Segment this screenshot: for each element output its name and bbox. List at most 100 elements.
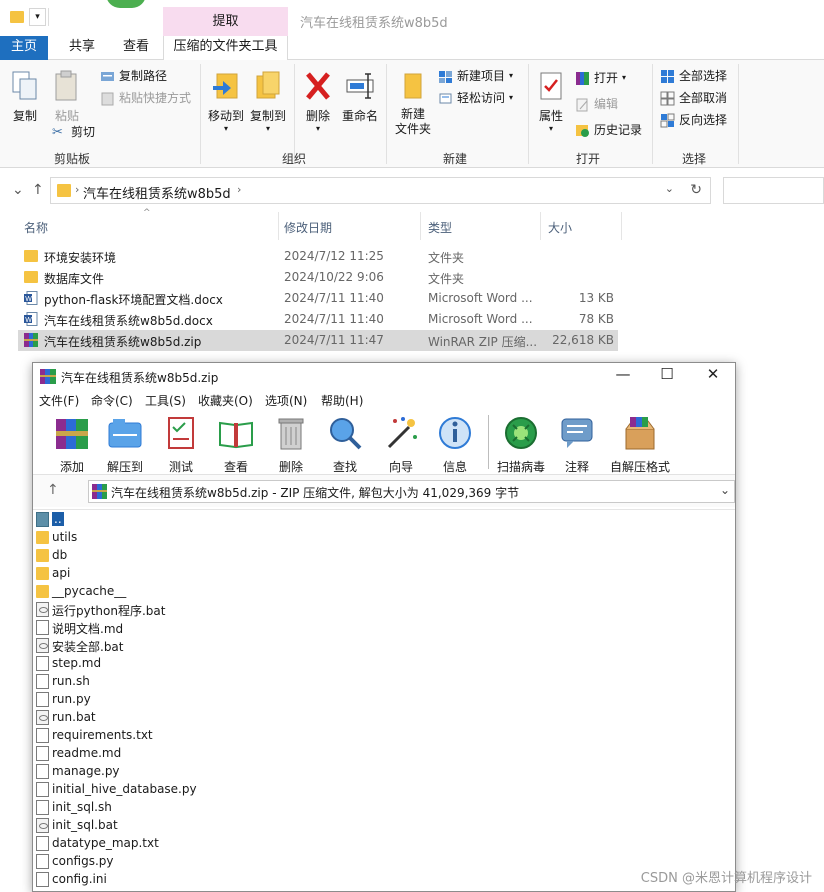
up-arrow-icon[interactable]: ↑	[32, 182, 44, 198]
sfx-button[interactable]: 自解压格式	[608, 415, 672, 475]
organize-group-label: 组织	[282, 152, 307, 166]
cut-button[interactable]: ✂ 剪切	[52, 122, 95, 142]
menu-tools[interactable]: 工具(S)	[145, 392, 186, 409]
easy-access-button[interactable]: 轻松访问 ▾	[438, 88, 513, 108]
list-item-name: readme.md	[52, 746, 122, 760]
new-item-button[interactable]: 新建项目 ▾	[438, 66, 513, 86]
edit-label: 编辑	[594, 97, 619, 111]
file-type: 文件夹	[428, 251, 465, 265]
paste-button[interactable]: 粘贴	[50, 70, 84, 124]
archive-path-dropdown[interactable]: 汽车在线租赁系统w8b5d.zip - ZIP 压缩文件, 解包大小为 41,0…	[88, 480, 735, 503]
add-button[interactable]: 添加	[52, 415, 92, 475]
winrar-icon	[576, 71, 589, 85]
rename-button[interactable]: 重命名	[340, 70, 380, 124]
refresh-icon[interactable]: ↻	[690, 182, 702, 198]
move-to-button[interactable]: 移动到 ▾	[206, 70, 246, 133]
chevron-down-icon[interactable]: ⌄	[12, 182, 24, 198]
list-item-name: 说明文档.md	[52, 622, 124, 636]
divider	[420, 212, 421, 240]
menu-file[interactable]: 文件(F)	[39, 392, 79, 409]
minimize-icon[interactable]: —	[613, 365, 633, 383]
copy-path-button[interactable]: 复制路径	[100, 66, 167, 86]
chevron-down-icon[interactable]: ⌄	[665, 182, 674, 195]
move-to-icon	[213, 73, 238, 99]
file-row[interactable]: 数据库文件 2024/10/22 9:06 文件夹	[18, 267, 618, 288]
winrar-title-bar: 汽车在线租赁系统w8b5d.zip — ☐ ✕	[33, 363, 735, 389]
new-folder-button[interactable]: 新建 文件夹	[393, 70, 433, 137]
delete-button[interactable]: 删除	[271, 415, 311, 475]
paste-icon	[55, 70, 77, 101]
test-label: 测试	[168, 460, 193, 474]
search-input[interactable]	[723, 177, 824, 204]
divider	[386, 64, 387, 164]
file-row-selected[interactable]: 汽车在线租赁系统w8b5d.zip 2024/7/11 11:47 WinRAR…	[18, 330, 618, 351]
tab-compressed-folder-tools[interactable]: 压缩的文件夹工具	[163, 36, 288, 61]
maximize-icon[interactable]: ☐	[657, 365, 677, 383]
file-row[interactable]: W python-flask环境配置文档.docx 2024/7/11 11:4…	[18, 288, 618, 309]
info-button[interactable]: 信息	[435, 415, 475, 475]
file-name: 数据库文件	[44, 272, 105, 286]
history-button[interactable]: 历史记录	[575, 120, 642, 140]
open-button[interactable]: 打开 ▾	[575, 68, 626, 88]
chevron-down-icon: ▾	[509, 71, 514, 80]
tab-home[interactable]: 主页	[0, 36, 48, 60]
menu-help[interactable]: 帮助(H)	[321, 392, 363, 409]
list-item-name: 运行python程序.bat	[52, 604, 166, 618]
tab-share[interactable]: 共享	[62, 36, 102, 60]
find-button[interactable]: 查找	[325, 415, 365, 475]
paste-shortcut-button[interactable]: 粘贴快捷方式	[100, 88, 191, 108]
paste-shortcut-icon	[101, 92, 114, 105]
qat-dropdown-button[interactable]: ▾	[29, 8, 46, 26]
file-date: 2024/7/11 11:47	[284, 333, 384, 347]
winrar-icon	[24, 333, 38, 347]
view-label: 查看	[223, 460, 248, 474]
list-item-name: requirements.txt	[52, 728, 153, 742]
window-title: 汽车在线租赁系统w8b5d	[300, 16, 448, 31]
tab-view[interactable]: 查看	[116, 36, 156, 60]
file-name: 汽车在线租赁系统w8b5d.docx	[44, 314, 213, 328]
copy-path-label: 复制路径	[119, 69, 168, 83]
close-icon[interactable]: ✕	[703, 365, 723, 383]
wizard-label: 向导	[388, 460, 413, 474]
copy-to-button[interactable]: 复制到 ▾	[248, 70, 288, 133]
file-row[interactable]: 环境安装环境 2024/7/12 11:25 文件夹	[18, 246, 618, 267]
column-type[interactable]: 类型	[428, 219, 452, 236]
properties-button[interactable]: 属性 ▾	[535, 70, 567, 133]
context-tab-extract[interactable]: 提取	[163, 7, 288, 36]
select-none-button[interactable]: 全部取消	[660, 88, 727, 108]
column-name[interactable]: 名称	[24, 219, 48, 236]
view-button[interactable]: 查看	[214, 415, 258, 475]
address-bar[interactable]: › 汽车在线租赁系统w8b5d › ⌄ ↻	[50, 177, 711, 204]
word-icon: W	[24, 312, 38, 326]
archive-file-list: .. utils db api __pycache__ 运行python程序.b…	[33, 509, 735, 892]
copy-button[interactable]: 复制	[8, 70, 42, 124]
menu-commands[interactable]: 命令(C)	[91, 392, 133, 409]
column-date[interactable]: 修改日期	[284, 219, 332, 236]
delete-button[interactable]: 删除 ▾	[300, 70, 336, 133]
select-all-button[interactable]: 全部选择	[660, 66, 727, 86]
up-arrow-icon[interactable]: ↑	[47, 482, 59, 498]
menu-options[interactable]: 选项(N)	[265, 392, 307, 409]
extract-to-button[interactable]: 解压到	[103, 415, 147, 475]
invert-selection-button[interactable]: 反向选择	[660, 110, 727, 130]
list-item-name: run.bat	[52, 710, 96, 724]
menu-favorites[interactable]: 收藏夹(O)	[198, 392, 253, 409]
comment-button[interactable]: 注释	[557, 415, 597, 475]
file-date: 2024/10/22 9:06	[284, 270, 384, 284]
file-row[interactable]: W 汽车在线租赁系统w8b5d.docx 2024/7/11 11:40 Mic…	[18, 309, 618, 330]
file-date: 2024/7/11 11:40	[284, 291, 384, 305]
column-size[interactable]: 大小	[548, 219, 572, 236]
chevron-down-icon[interactable]: ⌄	[720, 483, 730, 497]
folder-icon	[36, 549, 49, 562]
archive-path-text: 汽车在线租赁系统w8b5d.zip - ZIP 压缩文件, 解包大小为 41,0…	[111, 486, 520, 500]
test-button[interactable]: 测试	[161, 415, 201, 475]
edit-button[interactable]: 编辑	[575, 94, 618, 114]
select-group-label: 选择	[682, 152, 707, 166]
wizard-button[interactable]: 向导	[381, 415, 421, 475]
rename-icon	[346, 73, 374, 99]
file-icon	[36, 692, 49, 707]
list-item-name: utils	[52, 530, 78, 544]
scan-virus-button[interactable]: 扫描病毒	[494, 415, 548, 475]
select-none-icon	[660, 91, 675, 105]
winrar-path-bar: ↑ 汽车在线租赁系统w8b5d.zip - ZIP 压缩文件, 解包大小为 41…	[33, 475, 735, 507]
